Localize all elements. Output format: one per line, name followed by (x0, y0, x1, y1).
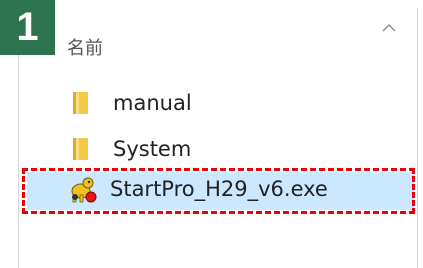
file-name: System (113, 137, 192, 161)
step-number-badge: 1 (0, 0, 55, 55)
folder-icon (70, 136, 96, 162)
file-name: manual (113, 91, 192, 115)
chevron-up-icon[interactable] (380, 22, 398, 34)
folder-icon (70, 90, 96, 116)
list-item-folder-system[interactable]: System (70, 134, 410, 164)
annotation-highlight-box (22, 168, 415, 214)
list-item-folder-manual[interactable]: manual (70, 88, 410, 118)
column-header-name[interactable]: 名前 (67, 34, 103, 60)
